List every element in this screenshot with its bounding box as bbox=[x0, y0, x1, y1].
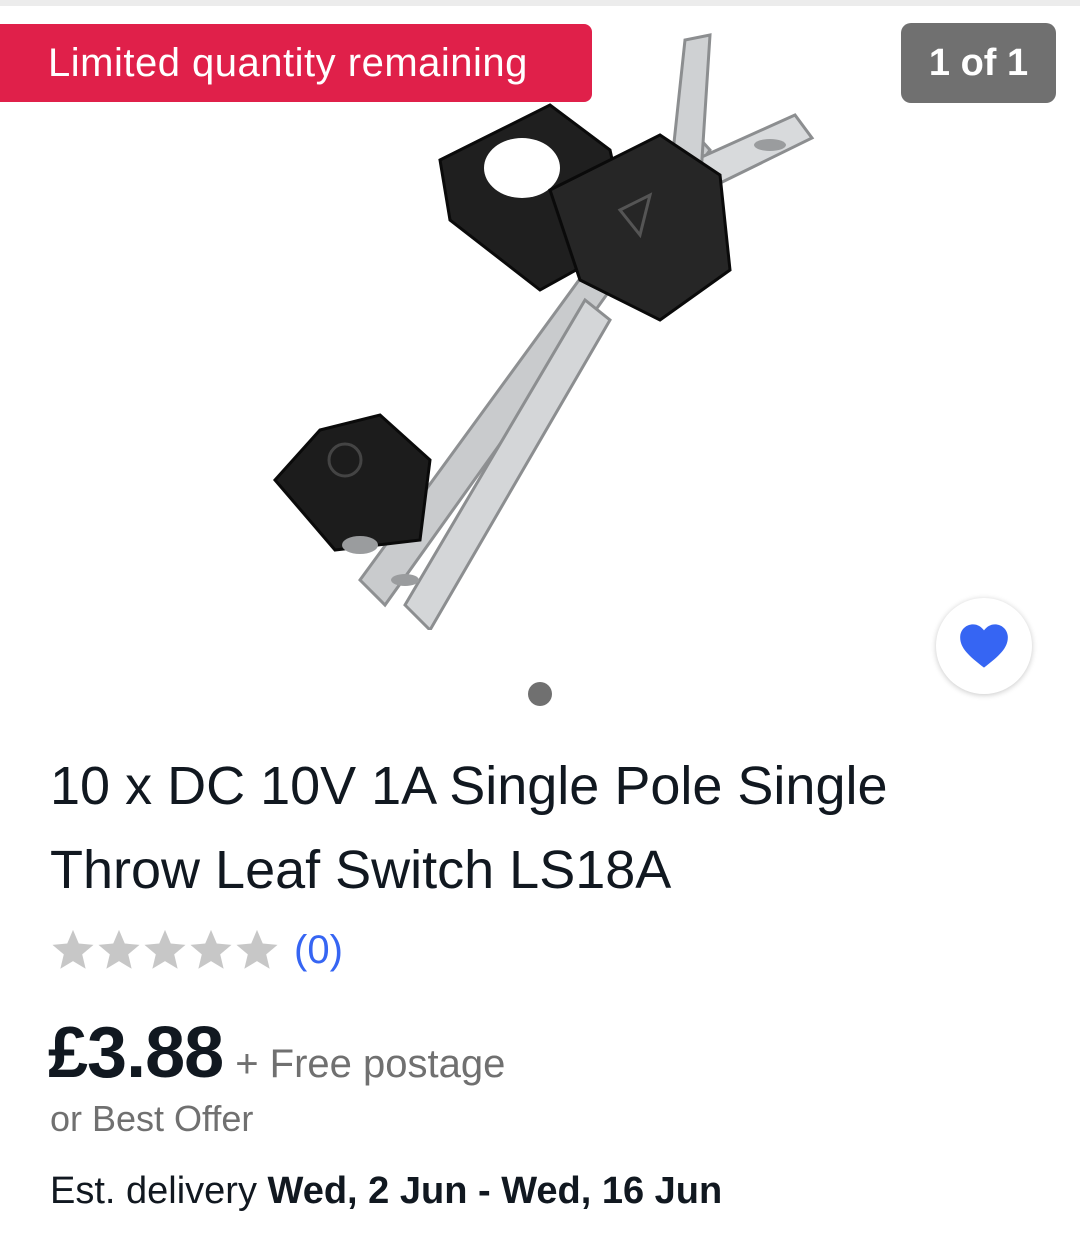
delivery-dates: Wed, 2 Jun - Wed, 16 Jun bbox=[267, 1170, 723, 1212]
watch-button[interactable] bbox=[936, 598, 1032, 694]
image-counter: 1 of 1 bbox=[901, 23, 1056, 103]
image-gallery[interactable]: Limited quantity remaining 1 of 1 bbox=[0, 0, 1080, 730]
star-icon bbox=[52, 929, 94, 969]
title-line-1: 10 x DC 10V 1A Single Pole Single bbox=[50, 756, 888, 816]
price: £3.88 bbox=[48, 1013, 224, 1093]
postage-info: + Free postage bbox=[235, 1042, 506, 1086]
price-row: £3.88 + Free postage bbox=[48, 1012, 505, 1094]
star-icon bbox=[236, 929, 278, 969]
best-offer-label: or Best Offer bbox=[50, 1098, 254, 1139]
listing-title: 10 x DC 10V 1A Single Pole Single Throw … bbox=[50, 744, 1030, 912]
star-icon bbox=[190, 929, 232, 969]
review-count-link[interactable]: (0) bbox=[294, 928, 343, 973]
pagination-dot[interactable] bbox=[528, 682, 552, 706]
title-line-2: Throw Leaf Switch LS18A bbox=[50, 840, 672, 900]
heart-icon bbox=[960, 624, 1008, 668]
limited-quantity-badge: Limited quantity remaining bbox=[0, 24, 592, 102]
delivery-label: Est. delivery bbox=[50, 1170, 257, 1212]
star-rating bbox=[50, 927, 280, 973]
star-icon bbox=[144, 929, 186, 969]
star-icon bbox=[98, 929, 140, 969]
product-image[interactable] bbox=[240, 20, 840, 630]
rating[interactable]: (0) bbox=[50, 920, 343, 980]
delivery-estimate: Est. delivery Wed, 2 Jun - Wed, 16 Jun bbox=[50, 1170, 722, 1213]
